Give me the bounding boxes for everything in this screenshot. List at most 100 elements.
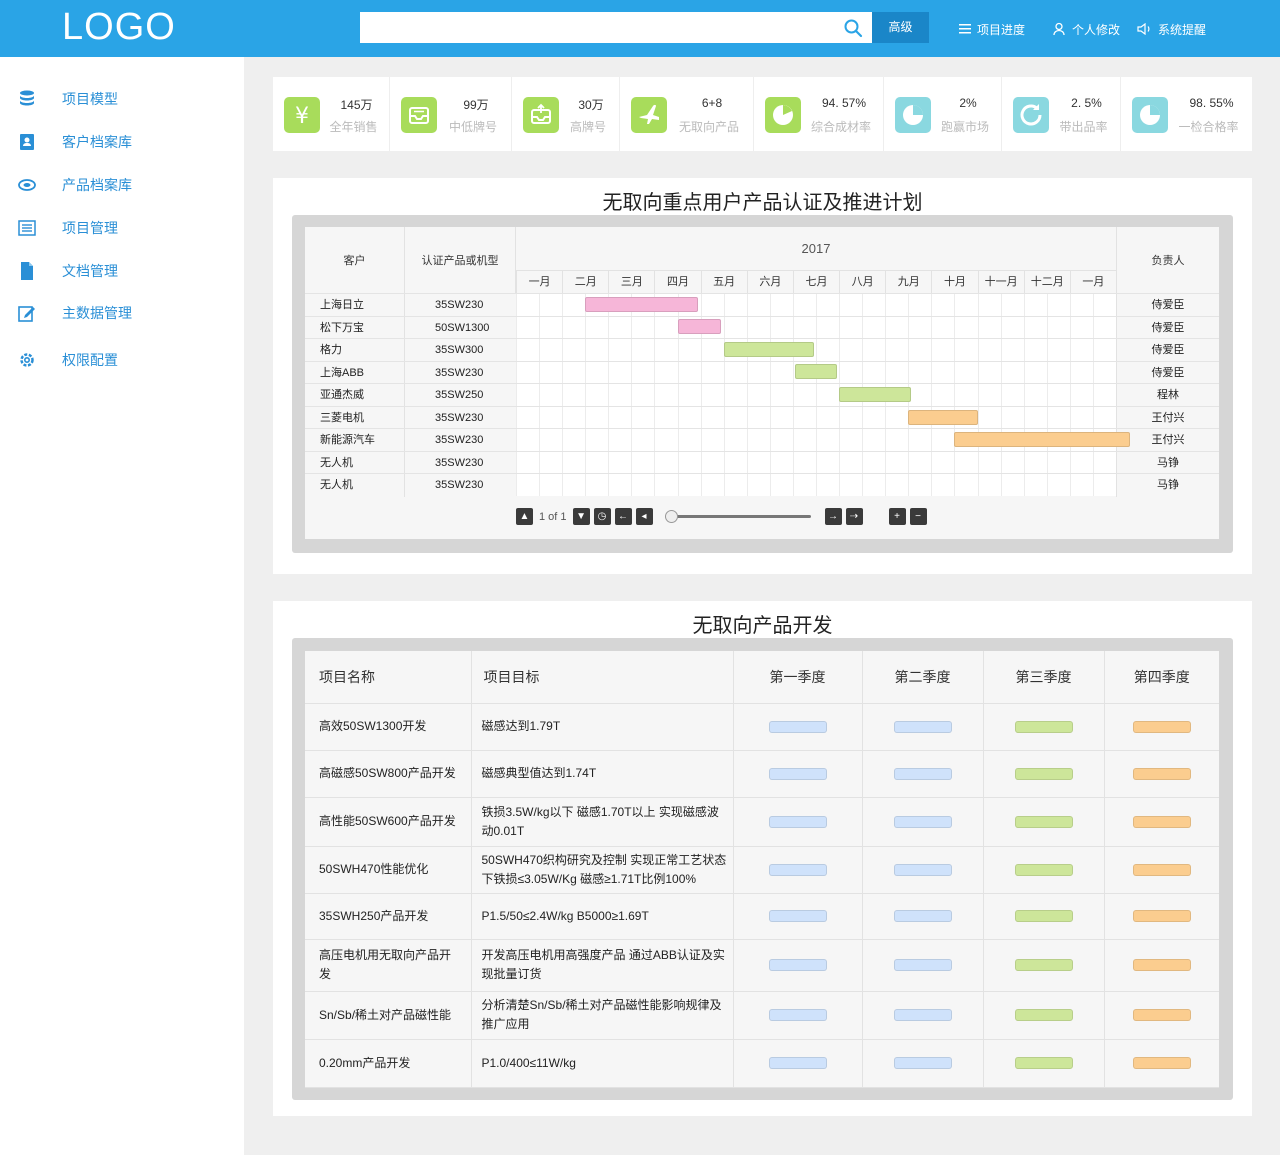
stat-label: 跑赢市场 — [940, 120, 989, 134]
nav-system-reminder[interactable]: 系统提醒 — [1137, 20, 1206, 38]
nav-personal-edit[interactable]: 个人修改 — [1053, 20, 1120, 38]
quarter-bar[interactable] — [1014, 1057, 1073, 1069]
quarter-bar[interactable] — [1014, 767, 1073, 780]
stat-card: 94. 57% 综合成材率 — [754, 77, 884, 151]
clock-pie-icon — [765, 97, 801, 133]
gantt-bar[interactable] — [908, 409, 978, 425]
zoom-in-button[interactable]: + — [888, 508, 906, 525]
quarter-bar[interactable] — [768, 1009, 827, 1021]
gantt-bar[interactable] — [795, 364, 837, 380]
project-name: Sn/Sb/稀土对产品磁性能 — [305, 991, 472, 1040]
page-down-button[interactable]: ▼ — [572, 508, 590, 525]
quarter-bar[interactable] — [1132, 720, 1191, 733]
quarter-bar[interactable] — [1014, 910, 1073, 922]
gantt-header-customer: 客户 — [305, 227, 405, 293]
quarter-bar[interactable] — [893, 720, 952, 733]
quarter-bar[interactable] — [768, 767, 827, 780]
gantt-bar[interactable] — [839, 387, 911, 402]
gantt-customer: 上海日立 — [305, 294, 405, 317]
gantt-product: 35SW230 — [405, 474, 516, 497]
gantt-product: 35SW230 — [405, 294, 516, 317]
quarter-bar[interactable] — [1132, 959, 1191, 971]
quarter-bar[interactable] — [893, 815, 952, 828]
scroll-right-button[interactable]: → — [824, 508, 842, 525]
quarter-bar[interactable] — [1014, 815, 1073, 828]
sidebar-item-product-archive[interactable]: 产品档案库 — [0, 170, 244, 200]
quarter-bar[interactable] — [768, 863, 827, 876]
quarter-bar[interactable] — [1132, 815, 1191, 828]
sidebar-item-project-management[interactable]: 项目管理 — [0, 213, 244, 243]
quarter-bar[interactable] — [893, 1009, 952, 1021]
page-up-button[interactable]: ▲ — [516, 508, 533, 525]
clock-icon[interactable]: ◷ — [593, 508, 611, 525]
quarter-bar[interactable] — [1132, 767, 1191, 780]
gantt-owner: 侍爱臣 — [1116, 294, 1219, 317]
stat-label: 综合成材率 — [810, 120, 871, 134]
advanced-search-button[interactable]: 高级 — [872, 12, 929, 43]
quarter-bar[interactable] — [1014, 1009, 1073, 1021]
header-q3: 第三季度 — [983, 651, 1105, 704]
gantt-bar[interactable] — [677, 319, 722, 335]
gantt-grid: 客户 认证产品或机型 2017 负责人 一月 二月 三月 四月 五月 六月 七月 八月 九月 十月… — [305, 227, 1219, 539]
gantt-month-label: 八月 — [839, 271, 886, 293]
gantt-customer: 上海ABB — [305, 361, 405, 385]
quarter-bar[interactable] — [768, 910, 827, 922]
gantt-bar[interactable] — [954, 432, 1130, 448]
quarter-bar[interactable] — [1132, 1009, 1191, 1021]
gantt-bar[interactable] — [585, 296, 699, 312]
nav-project-progress[interactable]: 项目进度 — [958, 20, 1025, 38]
quarter-bar[interactable] — [1014, 720, 1073, 733]
stat-value: 145万 — [340, 98, 373, 112]
quarter-bar[interactable] — [893, 910, 952, 922]
quarter-bar[interactable] — [1132, 1057, 1191, 1069]
scroll-left-button[interactable]: ◂ — [635, 508, 653, 525]
list-icon — [959, 24, 971, 34]
search-icon[interactable] — [843, 18, 863, 38]
sidebar-item-master-data[interactable]: 主数据管理 — [0, 298, 244, 328]
quarter-cell — [1104, 797, 1219, 847]
slider-handle[interactable] — [664, 510, 678, 523]
stats-bar: ¥145万 全年销售 99万 中低牌号 30万 高牌号 6+8 无取向产品 94. 57% 综合成… — [273, 77, 1252, 151]
quarter-bar[interactable] — [1014, 863, 1073, 876]
gantt-bar[interactable] — [723, 341, 814, 357]
project-goal: 50SWH470织构研究及控制 实现正常工艺状态下铁损≤3.05W/Kg 磁感≥… — [471, 846, 734, 894]
quarter-cell — [733, 750, 863, 798]
gantt-owner: 程林 — [1116, 384, 1219, 407]
sidebar-item-permission-config[interactable]: 权限配置 — [0, 345, 244, 375]
quarter-bar[interactable] — [768, 959, 827, 971]
project-goal: 分析清楚Sn/Sb/稀土对产品磁性能影响规律及推广应用 — [471, 991, 734, 1040]
quarter-cell — [983, 939, 1105, 992]
quarter-cell — [1104, 703, 1219, 751]
sidebar-item-project-model[interactable]: 项目模型 — [0, 84, 244, 114]
quarter-bar[interactable] — [893, 863, 952, 876]
quarter-bar[interactable] — [893, 1057, 952, 1069]
quarter-bar[interactable] — [768, 720, 827, 733]
development-table: 项目名称 项目目标 第一季度 第二季度 第三季度 第四季度 高效50SW1300… — [305, 651, 1219, 1088]
stat-value: 98. 55% — [1189, 96, 1234, 110]
gantt-product: 35SW300 — [405, 339, 516, 362]
project-goal: P1.0/400≤11W/kg — [471, 1039, 734, 1088]
quarter-bar[interactable] — [1014, 959, 1073, 971]
sidebar-item-document-management[interactable]: 文档管理 — [0, 256, 244, 286]
gantt-product: 35SW230 — [405, 406, 516, 430]
user-icon — [1053, 22, 1065, 36]
timeline-slider[interactable] — [664, 508, 811, 525]
quarter-bar[interactable] — [893, 959, 952, 971]
stat-label: 中低牌号 — [448, 120, 497, 134]
quarter-bar[interactable] — [768, 815, 827, 828]
quarter-bar[interactable] — [1132, 863, 1191, 876]
quarter-cell — [983, 703, 1105, 751]
scroll-right-end-button[interactable]: ⇢ — [845, 508, 863, 525]
database-icon — [20, 90, 34, 106]
quarter-bar[interactable] — [1132, 910, 1191, 922]
search-input[interactable] — [360, 12, 872, 43]
table-row: 高磁感50SW800产品开发 磁感典型值达到1.74T — [305, 750, 1219, 798]
zoom-out-button[interactable]: − — [909, 508, 927, 525]
edit-icon — [18, 306, 35, 322]
scroll-left-end-button[interactable]: ← — [614, 508, 632, 525]
table-row: 三菱电机 35SW230 王付兴 — [305, 405, 1219, 430]
quarter-bar[interactable] — [768, 1057, 827, 1069]
gantt-owner: 侍爱臣 — [1116, 339, 1219, 362]
sidebar-item-customer-archive[interactable]: 客户档案库 — [0, 127, 244, 157]
quarter-bar[interactable] — [893, 767, 952, 780]
